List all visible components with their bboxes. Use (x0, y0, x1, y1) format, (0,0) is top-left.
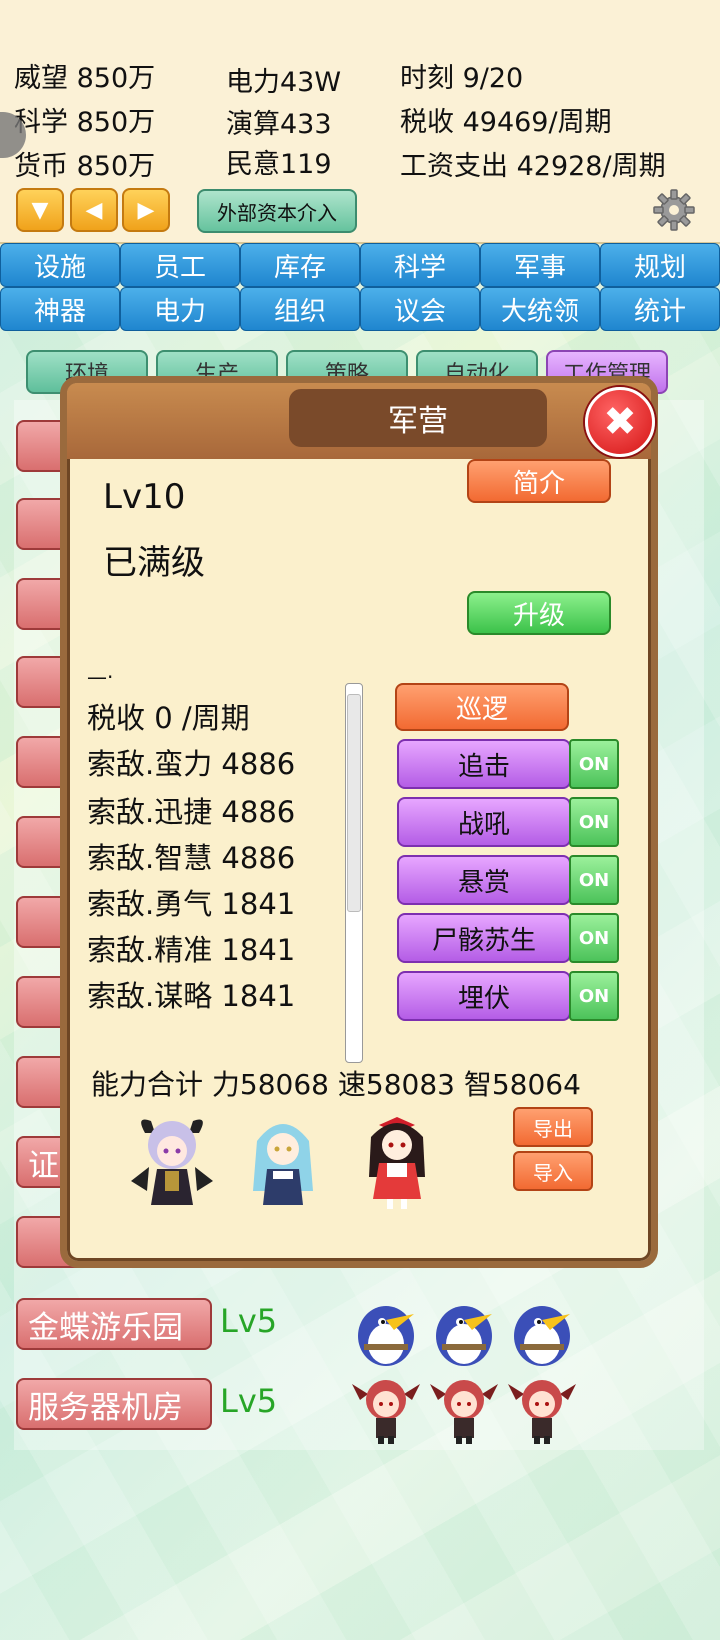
resource-panel: 威望 850万 科学 850万 货币 850万 电力43W 演算433 民意11… (0, 0, 720, 244)
tab-statistics[interactable]: 统计 (600, 287, 720, 331)
list-item-level: Lv5 (220, 1382, 278, 1420)
tab-president[interactable]: 大统领 (480, 287, 600, 331)
patrol-button[interactable]: 巡逻 (395, 683, 569, 731)
level-label: Lv10 (103, 477, 186, 517)
list-item-label: 服务器机房 (28, 1389, 183, 1426)
right-arrow-button[interactable]: ▶ (122, 188, 170, 232)
tab-parliament[interactable]: 议会 (360, 287, 480, 331)
list-item-label: 证 (28, 1147, 59, 1184)
triangle-left-icon: ◀ (85, 197, 103, 223)
demon-girl-sprite (352, 1380, 420, 1444)
info-scrollbar[interactable] (345, 683, 363, 1063)
dialog-title: 军营 (289, 389, 547, 447)
ambush-button[interactable]: 埋伏 (397, 971, 571, 1021)
demon-lord-character[interactable] (127, 1111, 217, 1211)
tab-facilities[interactable]: 设施 (0, 243, 120, 287)
down-arrow-button[interactable]: ▼ (16, 188, 64, 232)
close-icon: ✖ (603, 399, 637, 445)
bounty-button[interactable]: 悬赏 (397, 855, 571, 905)
power-stat: 电力43W (226, 67, 342, 98)
external-capital-button[interactable]: 外部资本介入 (197, 189, 357, 233)
list-item-jindie-park[interactable]: 金蝶游乐园 (16, 1298, 212, 1350)
time-stat: 时刻 9/20 (400, 63, 524, 94)
penguin-sprite (514, 1306, 570, 1366)
info-line: 索敌.精准 1841 (87, 933, 296, 967)
tab-power[interactable]: 电力 (120, 287, 240, 331)
wages-stat: 工资支出 42928/周期 (400, 151, 666, 182)
upgrade-button[interactable]: 升级 (467, 591, 611, 635)
main-tab-bar: 设施 员工 库存 科学 军事 规划 神器 电力 组织 议会 大统领 统计 (0, 243, 720, 331)
scrollbar-thumb[interactable] (347, 694, 361, 912)
export-button[interactable]: 导出 (513, 1107, 593, 1147)
list-item-label: 金蝶游乐园 (28, 1309, 183, 1346)
blue-hair-character[interactable] (243, 1111, 323, 1211)
penguin-sprite (436, 1306, 492, 1366)
info-line: 税收 0 /周期 (87, 701, 250, 735)
public-opinion-stat: 民意119 (226, 149, 332, 180)
tax-stat: 税收 49469/周期 (400, 107, 612, 138)
left-arrow-button[interactable]: ◀ (70, 188, 118, 232)
tab-planning[interactable]: 规划 (600, 243, 720, 287)
info-line: 索敌.蛮力 4886 (87, 747, 296, 781)
max-level-label: 已满级 (103, 543, 205, 583)
triangle-right-icon: ▶ (137, 197, 155, 223)
war-cry-button[interactable]: 战吼 (397, 797, 571, 847)
tab-artifacts[interactable]: 神器 (0, 287, 120, 331)
pursue-toggle[interactable]: ON (569, 739, 619, 789)
demon-girl-sprite (430, 1380, 498, 1444)
intro-button[interactable]: 简介 (467, 459, 611, 503)
demon-girl-sprites (350, 1370, 578, 1446)
penguin-sprite (358, 1306, 414, 1366)
tab-organization[interactable]: 组织 (240, 287, 360, 331)
info-line: 索敌.谋略 1841 (87, 979, 296, 1013)
info-dash: —· (87, 665, 114, 689)
revive-corpse-button[interactable]: 尸骸苏生 (397, 913, 571, 963)
shrine-maiden-character[interactable] (357, 1107, 437, 1211)
import-button[interactable]: 导入 (513, 1151, 593, 1191)
bounty-toggle[interactable]: ON (569, 855, 619, 905)
revive-corpse-toggle[interactable]: ON (569, 913, 619, 963)
demon-girl-sprite (508, 1380, 576, 1444)
list-item-level: Lv5 (220, 1302, 278, 1340)
triangle-down-icon: ▼ (31, 197, 49, 223)
close-button[interactable]: ✖ (585, 387, 655, 457)
tab-military[interactable]: 军事 (480, 243, 600, 287)
compute-stat: 演算433 (226, 109, 332, 140)
pursue-button[interactable]: 追击 (397, 739, 571, 789)
info-line: 索敌.智慧 4886 (87, 841, 296, 875)
science-stat: 科学 850万 (14, 107, 156, 138)
gear-icon[interactable] (652, 188, 696, 232)
tab-science[interactable]: 科学 (360, 243, 480, 287)
list-item-server-room[interactable]: 服务器机房 (16, 1378, 212, 1430)
prestige-stat: 威望 850万 (14, 63, 156, 94)
info-line: 索敌.迅捷 4886 (87, 795, 296, 829)
penguin-sprites (350, 1290, 578, 1368)
ability-total: 能力合计 力58068 速58083 智58064 (91, 1068, 581, 1101)
barracks-dialog: 军营 ✖ Lv10 已满级 简介 升级 —· 税收 0 /周期 索敌.蛮力 48… (60, 376, 658, 1268)
info-line: 索敌.勇气 1841 (87, 887, 296, 921)
tab-inventory[interactable]: 库存 (240, 243, 360, 287)
currency-stat: 货币 850万 (14, 151, 156, 182)
tab-staff[interactable]: 员工 (120, 243, 240, 287)
ambush-toggle[interactable]: ON (569, 971, 619, 1021)
war-cry-toggle[interactable]: ON (569, 797, 619, 847)
